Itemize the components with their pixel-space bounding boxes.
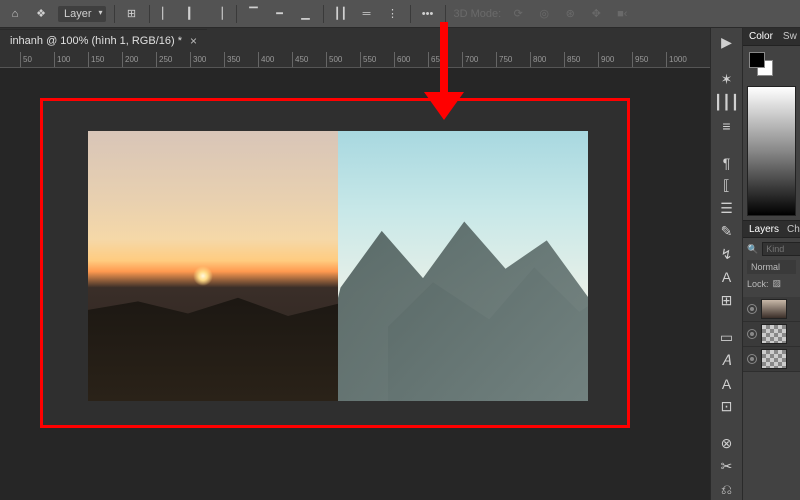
channels-tab[interactable]: Ch	[787, 224, 800, 235]
ruler-tick: 550	[360, 52, 376, 67]
visibility-toggle-icon[interactable]	[747, 304, 757, 314]
lock-transparency-icon[interactable]: ▨	[773, 278, 782, 289]
dock-tool-17[interactable]: ⎌	[715, 479, 739, 500]
ruler-tick: 750	[496, 52, 512, 67]
align-bottom-icon[interactable]: ▁	[297, 5, 315, 23]
align-left-icon[interactable]: ▏	[158, 5, 176, 23]
annotation-red-box	[40, 98, 630, 428]
align-top-icon[interactable]: ▔	[245, 5, 263, 23]
layers-tab[interactable]: Layers	[749, 224, 779, 235]
align-center-h-icon[interactable]: ▎	[184, 5, 202, 23]
ruler-tick: 850	[564, 52, 580, 67]
dock-tool-5[interactable]: ⟦	[715, 175, 739, 196]
document-tab-bar: inhanh @ 100% (hình 1, RGB/16) * ×	[0, 28, 800, 52]
align-grid-icon[interactable]: ⊞	[123, 5, 141, 23]
layer-row-3[interactable]	[743, 347, 800, 372]
dock-tool-10[interactable]: ⊞	[715, 290, 739, 311]
dock-tool-1[interactable]: ✶	[715, 69, 739, 90]
ruler-tick: 500	[326, 52, 342, 67]
visibility-toggle-icon[interactable]	[747, 354, 757, 364]
dock-tool-0[interactable]: ▶	[715, 32, 739, 53]
layer-row-1[interactable]	[743, 297, 800, 322]
close-tab-icon[interactable]: ×	[190, 34, 197, 48]
color-tab[interactable]: Color	[749, 31, 773, 42]
ruler-tick: 400	[258, 52, 274, 67]
more-options-icon[interactable]: •••	[419, 5, 437, 23]
dock-tool-7[interactable]: ✎	[715, 221, 739, 242]
ruler-tick: 1000	[666, 52, 687, 67]
align-middle-icon[interactable]: ━	[271, 5, 289, 23]
orbit-icon: ⟳	[509, 5, 527, 23]
layers-panel-tabs: Layers Ch	[743, 220, 800, 238]
ruler-tick: 350	[224, 52, 240, 67]
color-swatch-area	[743, 46, 800, 82]
move-3d-icon: ✥	[587, 5, 605, 23]
align-right-icon[interactable]: ▕	[210, 5, 228, 23]
dock-tool-6[interactable]: ☰	[715, 198, 739, 219]
ruler-tick: 300	[190, 52, 206, 67]
document-canvas[interactable]	[88, 131, 588, 401]
canvas-area	[0, 68, 710, 500]
foreground-rock	[88, 280, 338, 402]
target-layer-dropdown[interactable]: Layer	[58, 6, 106, 22]
options-bar: ⌂ ❖ Layer ⊞ ▏ ▎ ▕ ▔ ━ ▁ ┃┃ ═ ⋮ ••• 3D Mo…	[0, 0, 800, 28]
dock-tool-12[interactable]: 𝐴	[715, 350, 739, 371]
ruler-tick: 200	[122, 52, 138, 67]
horizontal-ruler: 50 100 150 200 250 300 350 400 450 500 550 600 650 70…	[0, 52, 800, 68]
dock-tool-13[interactable]: A	[715, 373, 739, 394]
layers-stack-icon[interactable]: ❖	[32, 5, 50, 23]
canvas-image-right	[338, 131, 588, 401]
lock-label: Lock:	[747, 279, 769, 289]
dock-tool-3[interactable]: ≡	[715, 115, 739, 136]
distribute-h-icon[interactable]: ┃┃	[332, 5, 350, 23]
ruler-tick: 250	[156, 52, 172, 67]
ruler-tick: 50	[20, 52, 32, 67]
layer-thumbnail	[761, 299, 787, 319]
visibility-toggle-icon[interactable]	[747, 329, 757, 339]
sunset-glow	[193, 266, 213, 286]
distribute-spacing-icon[interactable]: ⋮	[384, 5, 402, 23]
color-picker-gradient[interactable]	[747, 86, 796, 216]
layer-row-2[interactable]	[743, 322, 800, 347]
blend-mode-dropdown[interactable]: Normal	[747, 260, 796, 274]
ruler-tick: 700	[462, 52, 478, 67]
pan-icon: ◎	[535, 5, 553, 23]
three-d-mode-label: 3D Mode:	[454, 8, 502, 20]
document-tab-title: inhanh @ 100% (hình 1, RGB/16) *	[10, 35, 182, 47]
camera-icon: ■‹	[613, 5, 631, 23]
dock-tool-14[interactable]: ⊡	[715, 396, 739, 417]
dock-tool-16[interactable]: ✂	[715, 456, 739, 477]
dock-tool-8[interactable]: ↯	[715, 244, 739, 265]
ruler-tick: 800	[530, 52, 546, 67]
search-icon[interactable]: 🔍	[747, 244, 758, 255]
dock-tool-2[interactable]: ┃┃┃	[715, 92, 739, 113]
distribute-v-icon[interactable]: ═	[358, 5, 376, 23]
swatches-tab[interactable]: Sw	[783, 31, 797, 42]
document-tab[interactable]: inhanh @ 100% (hình 1, RGB/16) * ×	[0, 29, 207, 52]
dock-tool-15[interactable]: ⊗	[715, 433, 739, 454]
dock-tool-4[interactable]: ¶	[715, 152, 739, 173]
ruler-tick: 650	[428, 52, 444, 67]
ruler-tick: 450	[292, 52, 308, 67]
dolly-icon: ⊛	[561, 5, 579, 23]
foreground-color-swatch[interactable]	[749, 52, 765, 68]
layer-thumbnail	[761, 349, 787, 369]
ruler-tick: 950	[632, 52, 648, 67]
ruler-tick: 600	[394, 52, 410, 67]
right-panels: Color Sw Layers Ch 🔍 Normal Lock: ▨	[742, 28, 800, 500]
home-icon[interactable]: ⌂	[6, 5, 24, 23]
dock-tool-9[interactable]: A	[715, 267, 739, 288]
near-mountains	[338, 212, 588, 401]
color-panel-tabs: Color Sw	[743, 28, 800, 46]
ruler-tick: 150	[88, 52, 104, 67]
ruler-tick: 100	[54, 52, 70, 67]
dock-tool-11[interactable]: ▭	[715, 327, 739, 348]
ruler-tick: 900	[598, 52, 614, 67]
canvas-image-left	[88, 131, 338, 401]
fg-bg-swatch[interactable]	[749, 52, 773, 76]
layer-thumbnail	[761, 324, 787, 344]
right-tool-dock: ▶✶┃┃┃≡¶⟦☰✎↯A⊞▭𝐴A⊡⊗✂⎌	[710, 28, 742, 500]
layer-filter-input[interactable]	[762, 242, 800, 256]
layers-controls: 🔍 Normal Lock: ▨	[743, 238, 800, 297]
